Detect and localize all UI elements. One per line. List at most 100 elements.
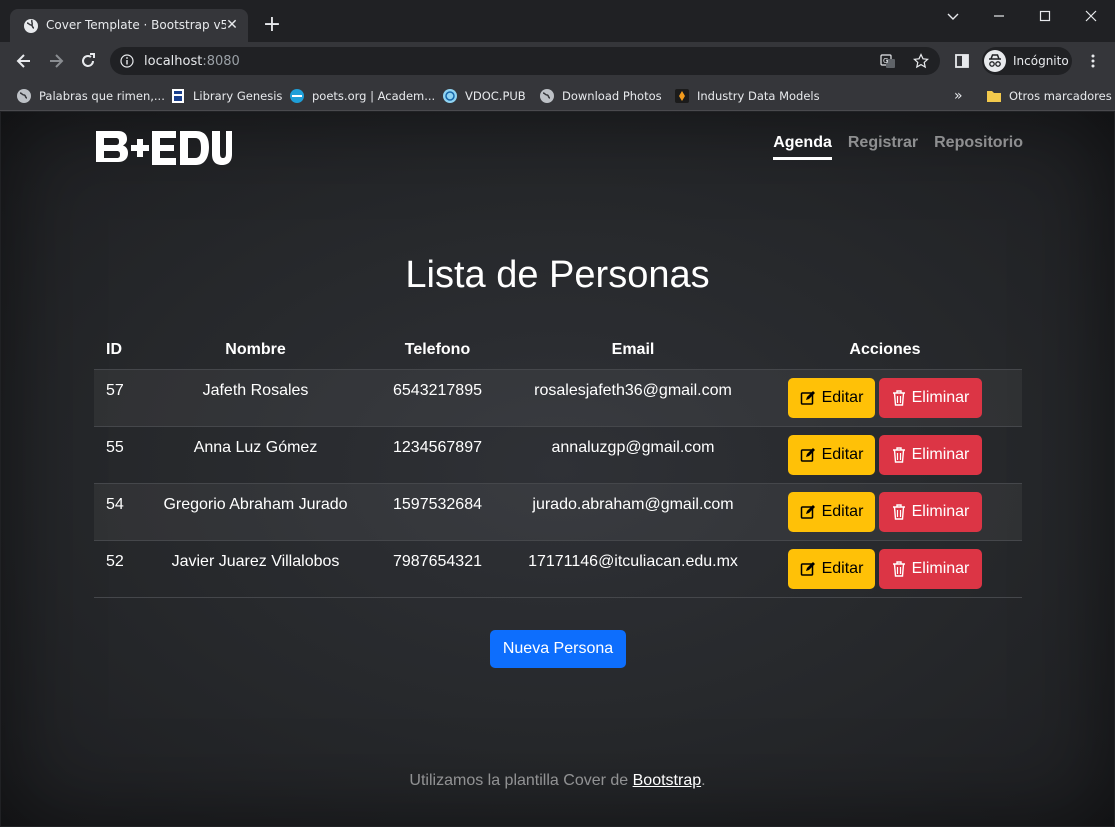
bookmark-item[interactable]: VDOC.PUB: [442, 85, 526, 107]
incognito-icon: [984, 50, 1006, 72]
edit-label: Editar: [821, 502, 864, 520]
other-bookmarks-label: Otros marcadores: [1009, 89, 1112, 103]
cell-actions: Editar Eliminar: [748, 483, 1022, 541]
cell-actions: Editar Eliminar: [748, 369, 1022, 427]
incognito-badge[interactable]: Incógnito: [982, 47, 1072, 75]
browser-chrome: Cover Template · Bootstrap v5.3 ✕ + loca…: [0, 0, 1115, 112]
cell-id: 54: [94, 483, 154, 541]
new-person-button[interactable]: Nueva Persona: [490, 630, 626, 668]
forward-icon[interactable]: [46, 51, 66, 71]
other-bookmarks-folder[interactable]: Otros marcadores: [986, 85, 1112, 107]
pencil-square-icon: [800, 447, 815, 462]
bookmark-item[interactable]: Library Genesis: [170, 85, 282, 107]
cell-telefono: 6543217895: [357, 369, 518, 427]
cell-telefono: 7987654321: [357, 540, 518, 598]
bootstrap-link[interactable]: Bootstrap: [633, 772, 701, 789]
cell-actions: Editar Eliminar: [748, 426, 1022, 484]
url-port: :8080: [202, 54, 240, 69]
cell-nombre: Javier Juarez Villalobos: [154, 540, 357, 598]
trash-icon: [892, 560, 905, 577]
new-tab-button[interactable]: +: [262, 14, 282, 36]
tab-strip: Cover Template · Bootstrap v5.3 ✕ +: [0, 0, 1115, 42]
bookmarks-bar: Palabras que rimen,... Library Genesis p…: [0, 80, 1115, 111]
tab-title: Cover Template · Bootstrap v5.3: [46, 18, 226, 32]
delete-button[interactable]: Eliminar: [879, 434, 982, 475]
page-title: Lista de Personas: [405, 254, 710, 296]
cell-id: 57: [94, 369, 154, 427]
bookmark-label: Industry Data Models: [697, 89, 820, 103]
people-table: ID Nombre Telefono Email Acciones 57 Jaf…: [94, 331, 1022, 598]
delete-button[interactable]: Eliminar: [879, 377, 982, 418]
table-row: 52 Javier Juarez Villalobos 7987654321 1…: [94, 540, 1022, 598]
cell-telefono: 1597532684: [357, 483, 518, 541]
bookmark-item[interactable]: poets.org | Academ...: [289, 85, 435, 107]
footer-text: Utilizamos la plantilla Cover de Bootstr…: [1, 772, 1114, 790]
pencil-square-icon: [800, 561, 815, 576]
bedu-logo[interactable]: [94, 129, 232, 167]
side-panel-icon[interactable]: [952, 51, 972, 71]
translate-icon[interactable]: G: [880, 53, 896, 69]
globe-icon: [540, 89, 554, 103]
trash-icon: [892, 389, 905, 406]
delete-label: Eliminar: [911, 445, 970, 463]
cell-email: annaluzgp@gmail.com: [518, 426, 748, 484]
tab-search-icon[interactable]: [943, 6, 963, 26]
column-header-email: Email: [518, 331, 748, 370]
column-header-id: ID: [94, 331, 154, 370]
delete-button[interactable]: Eliminar: [879, 548, 982, 589]
edit-label: Editar: [821, 445, 864, 463]
table-header-row: ID Nombre Telefono Email Acciones: [94, 331, 1022, 370]
site-nav: Agenda Registrar Repositorio: [773, 134, 1023, 160]
trash-icon: [892, 503, 905, 520]
address-bar[interactable]: localhost:8080 G: [110, 47, 940, 75]
column-header-telefono: Telefono: [357, 331, 518, 370]
edit-button[interactable]: Editar: [788, 491, 875, 532]
url-host: localhost: [144, 54, 203, 69]
edit-button[interactable]: Editar: [788, 434, 875, 475]
browser-tab[interactable]: Cover Template · Bootstrap v5.3 ✕: [10, 9, 248, 42]
nav-registrar[interactable]: Registrar: [848, 134, 918, 160]
bookmarks-overflow-label: »: [954, 88, 963, 104]
edit-label: Editar: [821, 559, 864, 577]
incognito-label: Incógnito: [1013, 54, 1069, 68]
bookmark-label: Library Genesis: [193, 89, 283, 103]
delete-label: Eliminar: [911, 388, 970, 406]
cell-email: jurado.abraham@gmail.com: [518, 483, 748, 541]
table-row: 54 Gregorio Abraham Jurado 1597532684 ju…: [94, 483, 1022, 541]
edit-button[interactable]: Editar: [788, 377, 875, 418]
table-row: 57 Jafeth Rosales 6543217895 rosalesjafe…: [94, 369, 1022, 427]
close-window-icon[interactable]: [1081, 6, 1101, 26]
nav-repositorio[interactable]: Repositorio: [934, 134, 1023, 160]
column-header-nombre: Nombre: [154, 331, 357, 370]
delete-label: Eliminar: [911, 559, 970, 577]
bookmark-item[interactable]: Industry Data Models: [674, 85, 820, 107]
bookmarks-overflow-button[interactable]: »: [954, 85, 963, 107]
cell-id: 52: [94, 540, 154, 598]
cell-telefono: 1234567897: [357, 426, 518, 484]
close-tab-icon[interactable]: ✕: [224, 17, 240, 33]
pencil-square-icon: [800, 390, 815, 405]
globe-icon: [17, 89, 31, 103]
bookmark-label: Palabras que rimen,...: [39, 89, 165, 103]
back-icon[interactable]: [14, 51, 34, 71]
delete-button[interactable]: Eliminar: [879, 491, 982, 532]
maximize-icon[interactable]: [1035, 6, 1055, 26]
vdoc-icon: [443, 89, 457, 103]
cell-nombre: Gregorio Abraham Jurado: [154, 483, 357, 541]
reload-icon[interactable]: [78, 51, 98, 71]
info-icon[interactable]: [120, 54, 134, 68]
library-genesis-icon: [172, 89, 184, 103]
globe-icon: [24, 19, 38, 33]
cell-email: rosalesjafeth36@gmail.com: [518, 369, 748, 427]
browser-toolbar: localhost:8080 G Incógnito: [0, 42, 1115, 80]
minimize-icon[interactable]: [989, 6, 1009, 26]
bookmark-item[interactable]: Download Photos: [539, 85, 662, 107]
trash-icon: [892, 446, 905, 463]
edit-button[interactable]: Editar: [788, 548, 875, 589]
bookmark-item[interactable]: Palabras que rimen,...: [16, 85, 165, 107]
bookmark-label: poets.org | Academ...: [312, 89, 436, 103]
nav-agenda[interactable]: Agenda: [773, 134, 832, 160]
star-icon[interactable]: [913, 53, 929, 69]
menu-icon[interactable]: [1083, 51, 1103, 71]
bookmark-label: VDOC.PUB: [465, 89, 526, 103]
